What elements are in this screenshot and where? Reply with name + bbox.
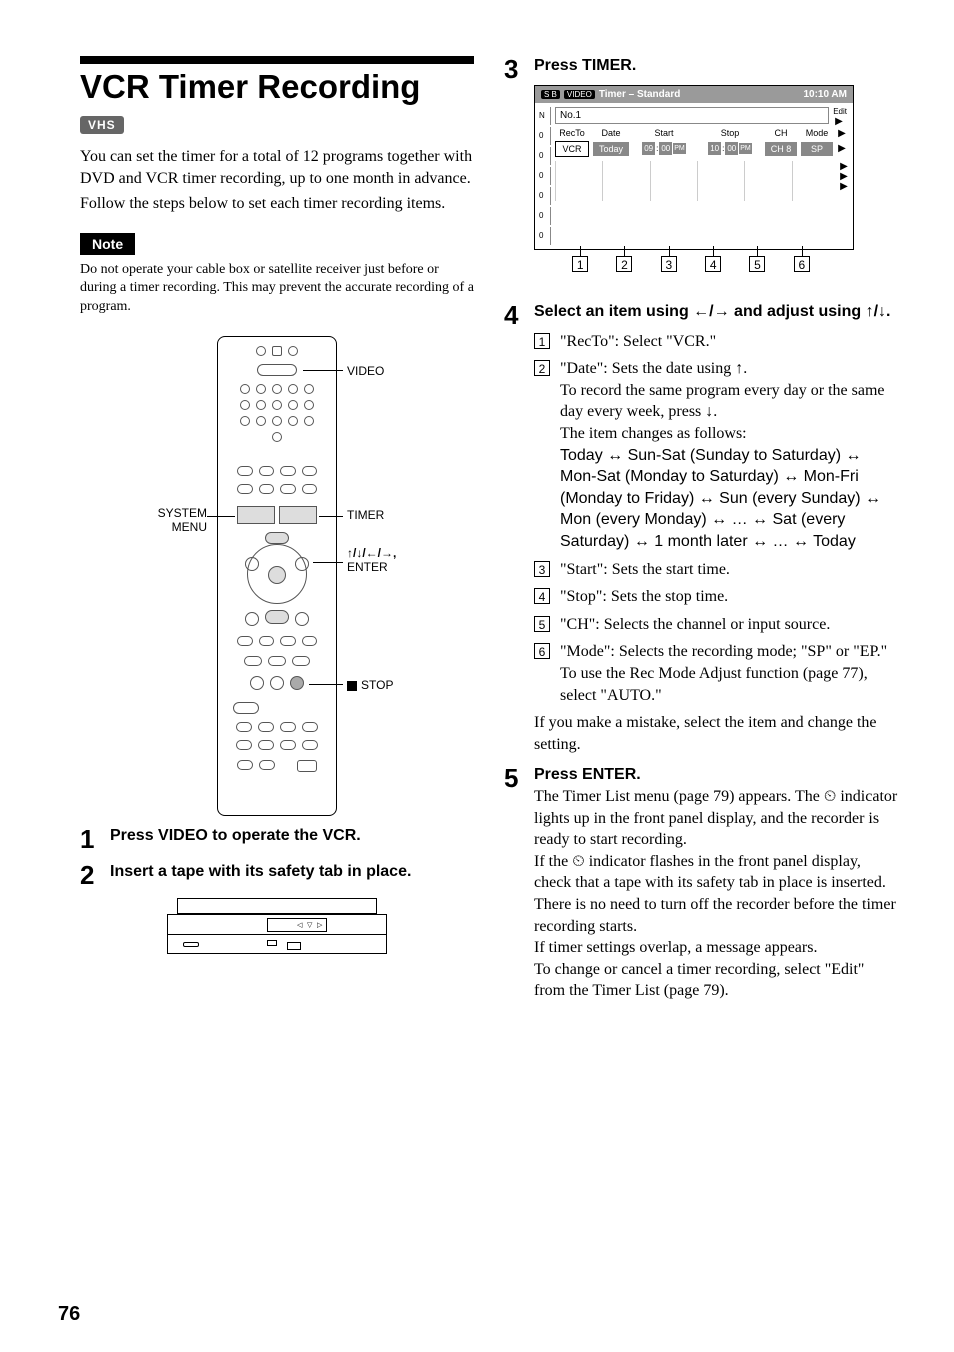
edit-label: Edit — [829, 107, 849, 116]
item-6-text: "Mode": Selects the recording mode; "SP"… — [560, 641, 898, 706]
col-date: Date — [593, 128, 629, 138]
col-n: N — [539, 107, 551, 125]
step-2-head: Insert a tape with its safety tab in pla… — [110, 862, 474, 883]
step-3-number: 3 — [504, 56, 524, 82]
step-4-head: Select an item using ←/→ and adjust usin… — [534, 302, 898, 323]
callout-5: 5 — [749, 256, 765, 272]
step-5-p4: If timer settings overlap, a message app… — [534, 937, 898, 959]
col-zero-0: 0 — [539, 127, 551, 145]
clock-icon: ⏲ — [824, 788, 836, 805]
step-4-tail: If you make a mistake, select the item a… — [534, 712, 898, 755]
val-recto: VCR — [555, 141, 589, 157]
val-start: 09:00PM — [633, 142, 695, 155]
item-2-num: 2 — [534, 360, 550, 376]
step-1-number: 1 — [80, 826, 100, 852]
callout-4: 4 — [705, 256, 721, 272]
arrow-right-icon-2: ▶ — [837, 128, 847, 139]
item-5-text: "CH": Selects the channel or input sourc… — [560, 614, 830, 636]
col-stop: Stop — [699, 128, 761, 138]
step-5-head: Press ENTER. — [534, 765, 898, 786]
step-2-number: 2 — [80, 862, 100, 888]
label-system-menu-2: MENU — [172, 520, 207, 534]
item-4-num: 4 — [534, 588, 550, 604]
label-stop: STOP — [347, 678, 393, 692]
val-ch: CH 8 — [765, 142, 797, 156]
item-5-num: 5 — [534, 616, 550, 632]
step-5-p2: If the ⏲ indicator flashes in the front … — [534, 851, 898, 894]
arrow-right-icon: ▶ — [829, 116, 849, 127]
screen-title: Timer – Standard — [599, 89, 681, 100]
callout-6: 6 — [794, 256, 810, 272]
vhs-badge: VHS — [80, 116, 124, 134]
val-stop: 10:00PM — [699, 142, 761, 155]
item-2-line2: To record the same program every day or … — [560, 380, 898, 423]
label-video: VIDEO — [347, 364, 384, 378]
note-text: Do not operate your cable box or satelli… — [80, 261, 474, 316]
screen-badge-2: VIDEO — [564, 90, 595, 99]
item-3-text: "Start": Sets the start time. — [560, 559, 730, 581]
callout-2: 2 — [616, 256, 632, 272]
callout-1: 1 — [572, 256, 588, 272]
step-5-p1: The Timer List menu (page 79) appears. T… — [534, 786, 898, 851]
item-3-num: 3 — [534, 561, 550, 577]
val-date: Today — [593, 142, 629, 156]
item-2-line1: "Date": Sets the date using ↑. — [560, 358, 898, 380]
row-no: No.1 — [555, 107, 829, 124]
col-mode: Mode — [801, 128, 833, 138]
intro-paragraph-1: You can set the timer for a total of 12 … — [80, 146, 474, 191]
screen-clock: 10:10 AM — [803, 89, 847, 100]
step-4-number: 4 — [504, 302, 524, 328]
col-zero-2: 0 — [539, 167, 551, 185]
val-mode: SP — [801, 142, 833, 156]
step-5-p3: There is no need to turn off the recorde… — [534, 894, 898, 937]
col-start: Start — [633, 128, 695, 138]
note-label: Note — [80, 233, 135, 255]
item-4-text: "Stop": Sets the stop time. — [560, 586, 728, 608]
item-2-line4: Today ↔ Sun-Sat (Sunday to Saturday) ↔ M… — [560, 445, 898, 553]
timer-screen: S B VIDEO Timer – Standard 10:10 AM N 0 … — [534, 85, 854, 250]
col-zero-5: 0 — [539, 227, 551, 245]
stop-square-icon — [347, 681, 357, 691]
item-1-text: "RecTo": Select "VCR." — [560, 331, 716, 353]
step-1-head: Press VIDEO to operate the VCR. — [110, 826, 474, 847]
remote-diagram: VIDEO SYSTEM MENU TIMER ↑/↓/←/→, ENTER S… — [137, 336, 417, 816]
item-1-num: 1 — [534, 333, 550, 349]
col-recto: RecTo — [555, 128, 589, 138]
col-zero-1: 0 — [539, 147, 551, 165]
item-6-num: 6 — [534, 643, 550, 659]
vcr-diagram: ◁ ▽ ▷ — [167, 898, 387, 968]
step-3-head: Press TIMER. — [534, 56, 898, 77]
screen-badge-1: S B — [541, 90, 560, 99]
label-enter: ENTER — [347, 560, 388, 574]
intro-paragraph-2: Follow the steps below to set each timer… — [80, 193, 474, 215]
clock-icon: ⏲ — [572, 853, 584, 870]
step-5-p5: To change or cancel a timer recording, s… — [534, 959, 898, 1002]
item-2-line3: The item changes as follows: — [560, 423, 898, 445]
arrow-right-icon-3: ▶ — [837, 143, 847, 154]
label-timer: TIMER — [347, 508, 384, 522]
col-zero-4: 0 — [539, 207, 551, 225]
label-system-menu-1: SYSTEM — [158, 506, 207, 520]
page-number: 76 — [58, 1303, 80, 1326]
col-zero-3: 0 — [539, 187, 551, 205]
label-arrows: ↑/↓/←/→, — [347, 546, 396, 560]
callout-row: 1 2 3 4 5 6 — [534, 256, 854, 292]
step-5-number: 5 — [504, 765, 524, 791]
col-ch: CH — [765, 128, 797, 138]
page-title: VCR Timer Recording — [80, 68, 474, 106]
callout-3: 3 — [661, 256, 677, 272]
